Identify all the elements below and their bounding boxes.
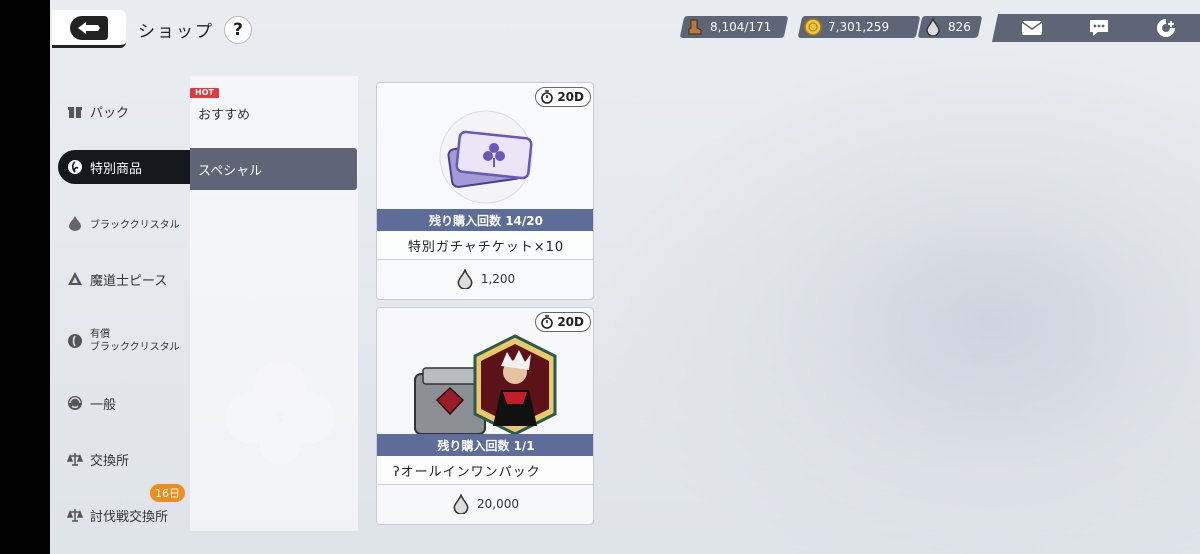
subcategory-recommended[interactable]: HOT おすすめ [190,88,358,134]
gold-value: 7,301,259 [828,20,890,34]
sidebar-item-label: 魔道士ピース [90,273,168,289]
subcategory-special[interactable]: スペシャル [190,148,357,190]
mail-icon[interactable] [1017,15,1047,41]
page-title: ショップ [138,22,214,42]
stamina-counter[interactable]: 8,104/171 [679,16,789,38]
crystal-value: 826 [948,20,971,34]
black-crystal-icon [457,269,473,289]
sidebar-item-label: ブラッククリスタル [90,219,180,231]
menu-icon[interactable] [1151,15,1181,41]
stopwatch-icon [541,90,554,104]
product-name: ʔオールインワンパック [377,456,593,484]
stopwatch-icon [541,315,554,329]
boot-icon [684,16,706,38]
subcategory-label: スペシャル [198,163,263,179]
sidebar-item-paid-black-crystal[interactable]: 有償 ブラッククリスタル [58,324,190,358]
sidebar-item-label: 特別商品 [90,161,143,177]
gacha-ticket-image [377,105,593,209]
product-card-all-in-one-pack[interactable]: 20D 残り購入回数 1/1 ʔオールインワンパック 20,000 [376,307,594,525]
price-value: 1,200 [480,272,516,286]
gold-counter[interactable]: 7,301,259 [797,16,921,38]
exchange-icon [66,506,84,524]
sale-timer: 20D [535,312,591,332]
purchase-limit-bar: 残り購入回数 1/1 [377,434,593,456]
price-row: 20,000 [377,492,593,516]
sidebar-item-label: 一般 [90,397,117,413]
sale-timer: 20D [535,87,591,107]
subcategory-label: おすすめ [198,107,251,123]
exchange-icon [66,450,84,468]
gold-coin-icon [802,16,824,38]
stamina-value: 8,104/171 [710,20,772,34]
divider [377,259,593,260]
hot-badge: HOT [190,88,219,98]
piece-icon [66,270,84,288]
purchase-limit-bar: 残り購入回数 14/20 [377,209,593,231]
crystal-counter[interactable]: 826 [917,16,983,38]
sidebar-item-special[interactable]: 特別商品 [58,150,190,184]
header-actions [992,14,1200,42]
background-art [600,40,1200,554]
price-value: 20,000 [477,497,519,511]
product-card-gacha-ticket[interactable]: 20D 残り購入回数 14/20 特別ガチャチケット×10 1,200 [376,82,594,300]
help-button[interactable]: ? [224,16,252,44]
divider [377,484,593,485]
black-crystal-icon [922,16,944,38]
sidebar-item-exchange[interactable]: 交換所 [58,442,190,476]
timer-value: 20D [557,90,584,104]
general-icon [66,394,84,412]
special-icon [66,158,84,176]
sidebar-item-black-crystal[interactable]: ブラッククリスタル [58,206,190,240]
limited-days-badge: 16日 [150,484,185,502]
sidebar-item-general[interactable]: 一般 [58,386,190,420]
sidebar-item-pack[interactable]: パック [58,94,190,128]
sidebar-item-label-line2: ブラッククリスタル [90,342,180,353]
timer-value: 20D [557,315,584,329]
crystal-icon [66,214,84,232]
paid-crystal-icon [66,332,84,350]
back-arrow-icon [70,15,108,40]
subcategory-panel: HOT おすすめ スペシャル [190,76,358,531]
gift-icon [66,102,84,120]
sidebar-item-label: 交換所 [90,453,130,469]
sidebar-item-label: 討伐戦交換所 [90,509,169,525]
sidebar-item-mage-piece[interactable]: 魔道士ピース [58,262,190,296]
back-button[interactable] [52,10,126,48]
product-name: 特別ガチャチケット×10 [377,231,593,259]
sidebar-item-label: パック [90,105,130,121]
pack-bundle-image [377,330,593,434]
price-row: 1,200 [377,267,593,291]
left-frame [0,0,50,554]
sidebar-item-raid-exchange[interactable]: 16日 討伐戦交換所 [58,484,190,532]
sidebar-item-label-line1: 有償 [90,329,110,340]
chat-icon[interactable] [1084,15,1114,41]
black-crystal-icon [453,494,469,514]
